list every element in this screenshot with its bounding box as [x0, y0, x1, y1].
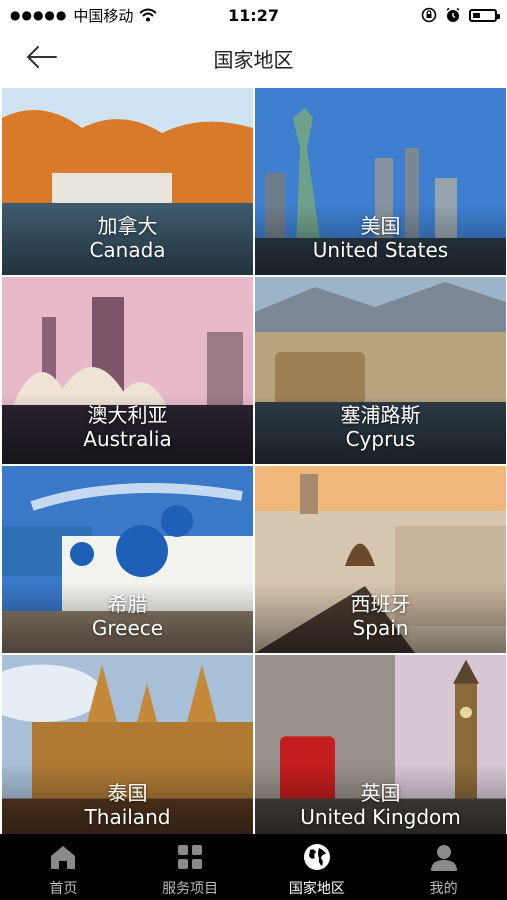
battery-icon: [469, 8, 500, 22]
grid-icon: [178, 845, 203, 869]
country-name-zh: 美国: [360, 214, 401, 238]
arrow-left-icon[interactable]: [22, 42, 62, 72]
tab-label: 服务项目: [162, 881, 219, 897]
country-name-zh: 希腊: [107, 592, 148, 616]
country-name-zh: 西班牙: [350, 592, 411, 616]
signal-icon: ●●●●●: [10, 8, 68, 22]
tab-bar: 首页 服务项目 国家地区 我的: [0, 834, 507, 900]
status-bar: ●●●●● 中国移动 11:27: [0, 0, 507, 30]
country-tile-cyprus[interactable]: 塞浦路斯 Cyprus: [255, 277, 506, 464]
status-left: ●●●●● 中国移动: [10, 5, 158, 26]
tab-countries[interactable]: 国家地区: [254, 834, 381, 900]
country-tile-united-states[interactable]: 美国 United States: [255, 88, 506, 275]
country-name-zh: 泰国: [107, 781, 148, 805]
wifi-icon: [139, 8, 158, 22]
orientation-lock-icon: [421, 7, 437, 23]
country-name-en: United Kingdom: [300, 805, 461, 829]
country-tile-united-kingdom[interactable]: 英国 United Kingdom: [255, 655, 506, 834]
country-name-en: Australia: [83, 427, 172, 451]
country-name-zh: 塞浦路斯: [340, 403, 421, 427]
country-name-en: Spain: [352, 616, 409, 640]
country-tile-greece[interactable]: 希腊 Greece: [2, 466, 253, 653]
country-tile-thailand[interactable]: 泰国 Thailand: [2, 655, 253, 834]
home-icon: [51, 846, 76, 869]
tab-label: 首页: [49, 881, 78, 897]
country-name-zh: 澳大利亚: [87, 403, 168, 427]
status-right: [421, 7, 500, 23]
page-title: 国家地区: [213, 47, 294, 72]
country-name-en: Greece: [91, 616, 164, 640]
country-tile-canada[interactable]: 加拿大 Canada: [2, 88, 253, 275]
globe-icon: [303, 844, 330, 870]
tab-profile[interactable]: 我的: [380, 834, 507, 900]
tab-label: 国家地区: [288, 881, 345, 897]
tab-home[interactable]: 首页: [0, 834, 127, 900]
country-name-zh: 加拿大: [97, 214, 158, 238]
country-name-en: Canada: [89, 238, 166, 262]
country-tile-spain[interactable]: 西班牙 Spain: [255, 466, 506, 653]
country-name-en: Cyprus: [345, 427, 416, 451]
country-name-zh: 英国: [360, 781, 401, 805]
tab-label: 我的: [429, 881, 458, 897]
country-name-en: Thailand: [84, 805, 171, 829]
country-grid: 加拿大 Canada 美国 United States 澳大利亚 Austral…: [2, 88, 506, 834]
carrier-label: 中国移动: [73, 6, 134, 25]
country-tile-australia[interactable]: 澳大利亚 Australia: [2, 277, 253, 464]
nav-bar: 国家地区: [0, 30, 507, 86]
country-name-en: United States: [312, 238, 449, 262]
alarm-icon: [446, 7, 460, 22]
user-icon: [430, 845, 457, 871]
tab-services[interactable]: 服务项目: [127, 834, 254, 900]
